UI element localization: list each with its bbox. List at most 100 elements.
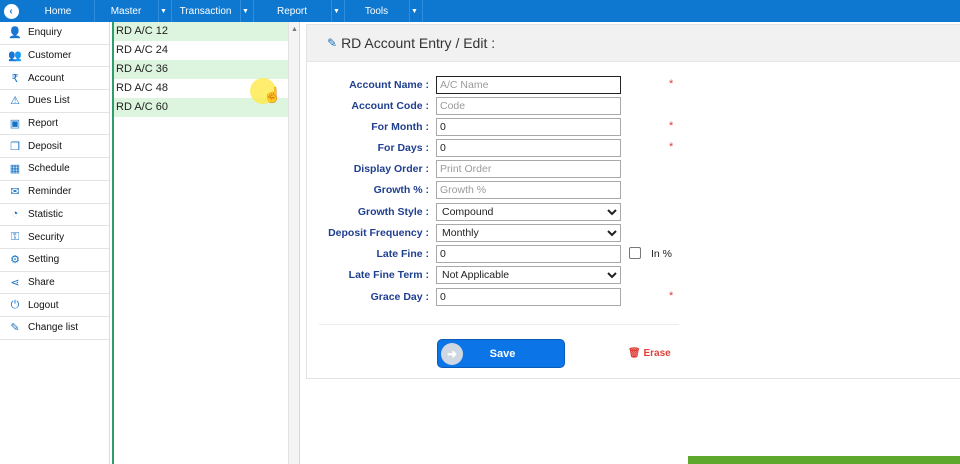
sidebar-item-statistic[interactable]: ◔ Statistic xyxy=(0,204,109,227)
sidebar-item-security[interactable]: ⚿ Security xyxy=(0,226,109,249)
sidebar-item-label: Enquiry xyxy=(28,27,62,39)
hand-cursor-icon: ☝ xyxy=(263,87,282,104)
back-button[interactable]: ‹ xyxy=(0,0,22,22)
nav-item-label: Report xyxy=(276,5,307,17)
growth-style-select[interactable]: Compound xyxy=(436,203,621,221)
sidebar-item-label: Deposit xyxy=(28,140,62,152)
sidebar-item-report[interactable]: ▣ Report xyxy=(0,113,109,136)
trash-icon: 🗑 xyxy=(628,348,641,359)
late-fine-term-select[interactable]: Not Applicable xyxy=(436,266,621,284)
money-icon: ▣ xyxy=(9,118,21,131)
caret-down-icon[interactable]: ▼ xyxy=(240,0,250,22)
sidebar-item-dues-list[interactable]: ⚠ Dues List xyxy=(0,90,109,113)
sidebar-item-label: Dues List xyxy=(28,95,70,107)
bottom-green-bar xyxy=(688,456,960,464)
sidebar-item-customer[interactable]: 👥 Customer xyxy=(0,45,109,68)
nav-item-label: Home xyxy=(44,5,72,17)
sidebar-item-label: Share xyxy=(28,276,55,288)
deposit-frequency-label: Deposit Frequency : xyxy=(328,227,429,239)
form-row-late-fine-term: Late Fine Term : Not Applicable xyxy=(307,266,960,284)
form-row-growth-style: Growth Style : Compound xyxy=(307,203,960,221)
list-item[interactable]: RD A/C 24 xyxy=(114,41,288,60)
for-days-input[interactable] xyxy=(436,139,621,157)
form-row-growth: Growth % : xyxy=(307,181,960,199)
growth-input[interactable] xyxy=(436,181,621,199)
account-name-input[interactable] xyxy=(436,76,621,94)
nav-item-report[interactable]: Report ▼ xyxy=(254,0,345,22)
nav-item-tools[interactable]: Tools ▼ xyxy=(345,0,423,22)
form-row-display-order: Display Order : xyxy=(307,160,960,178)
nav-item-label: Transaction xyxy=(179,5,232,17)
late-fine-label: Late Fine : xyxy=(376,248,429,260)
erase-button[interactable]: 🗑 Erase xyxy=(628,348,671,359)
sidebar-item-label: Report xyxy=(28,118,59,130)
form-row-for-month: For Month : * xyxy=(307,118,960,136)
caret-down-icon[interactable]: ▼ xyxy=(331,0,341,22)
calendar-icon: ▦ xyxy=(9,163,21,176)
sidebar-item-logout[interactable]: ⏻ Logout xyxy=(0,294,109,317)
in-percent-checkbox[interactable] xyxy=(629,247,641,259)
for-days-label: For Days : xyxy=(377,142,429,154)
user-plus-icon: 👥 xyxy=(8,50,22,63)
sidebar-item-account[interactable]: ₹ Account xyxy=(0,67,109,91)
nav-item-master[interactable]: Master ▼ xyxy=(95,0,172,22)
sidebar-item-label: Customer xyxy=(28,50,72,62)
sidebar-item-label: Reminder xyxy=(28,186,72,198)
account-code-input[interactable] xyxy=(436,97,621,115)
key-icon: ⚿ xyxy=(10,230,20,243)
account-list-scrollbar[interactable]: ▲ xyxy=(288,22,300,464)
display-order-label: Display Order : xyxy=(353,163,429,175)
required-asterisk: * xyxy=(669,78,674,90)
grace-day-label: Grace Day : xyxy=(370,291,429,303)
scroll-up-icon[interactable]: ▲ xyxy=(291,26,298,33)
sidebar-item-label: Logout xyxy=(28,299,59,311)
pencil-icon: ✎ xyxy=(327,36,338,50)
sidebar-item-reminder[interactable]: ✉ Reminder xyxy=(0,181,109,204)
form-row-account-name: Account Name : * xyxy=(307,76,960,94)
growth-style-label: Growth Style : xyxy=(357,206,429,218)
sidebar-item-deposit[interactable]: ❐ Deposit xyxy=(0,135,109,159)
caret-down-icon[interactable]: ▼ xyxy=(158,0,168,22)
account-name-label: Account Name : xyxy=(349,79,429,91)
display-order-input[interactable] xyxy=(436,160,621,178)
nav-item-label: Tools xyxy=(364,5,389,17)
sidebar-item-change-list[interactable]: ✎ Change list xyxy=(0,317,109,340)
save-button-label: Save xyxy=(489,347,516,360)
power-icon: ⏻ xyxy=(10,298,20,311)
sidebar: 👤 Enquiry 👥 Customer ₹ Account ⚠ Dues List ▣ Repo… xyxy=(0,22,110,464)
rupee-icon: ₹ xyxy=(11,72,19,85)
sidebar-item-enquiry[interactable]: 👤 Enquiry xyxy=(0,22,109,45)
late-fine-term-label: Late Fine Term : xyxy=(348,269,429,281)
sidebar-item-label: Account xyxy=(28,72,65,84)
caret-down-icon[interactable]: ▼ xyxy=(409,0,419,22)
copy-icon: ❐ xyxy=(10,140,20,153)
sidebar-item-schedule[interactable]: ▦ Schedule xyxy=(0,158,109,181)
nav-item-home[interactable]: Home xyxy=(22,0,95,22)
form-title: RD Account Entry / Edit : xyxy=(341,35,496,51)
deposit-frequency-select[interactable]: Monthly xyxy=(436,224,621,242)
nav-item-transaction[interactable]: Transaction ▼ xyxy=(172,0,254,22)
required-asterisk: * xyxy=(669,141,674,153)
envelope-icon: ✉ xyxy=(10,186,20,199)
grace-day-input[interactable] xyxy=(436,288,621,306)
growth-label: Growth % : xyxy=(373,184,429,196)
edit-icon: ✎ xyxy=(10,322,20,335)
list-item[interactable]: RD A/C 36 xyxy=(114,60,288,79)
form-row-for-days: For Days : * xyxy=(307,139,960,157)
warning-icon: ⚠ xyxy=(10,95,20,108)
save-button[interactable]: ➜ Save xyxy=(437,339,565,368)
arrow-right-circle-icon: ➜ xyxy=(441,342,463,365)
account-code-label: Account Code : xyxy=(351,100,429,112)
for-month-input[interactable] xyxy=(436,118,621,136)
form-row-deposit-frequency: Deposit Frequency : Monthly xyxy=(307,224,960,242)
form-row-grace-day: Grace Day : * xyxy=(307,288,960,306)
sidebar-item-setting[interactable]: ⚙ Setting xyxy=(0,249,109,272)
list-item[interactable]: RD A/C 12 xyxy=(114,22,288,41)
sidebar-item-share[interactable]: ⋖ Share xyxy=(0,272,109,295)
late-fine-input[interactable] xyxy=(436,245,621,263)
required-asterisk: * xyxy=(669,120,674,132)
account-entry-panel: ✎ RD Account Entry / Edit : Account Name… xyxy=(306,24,960,379)
sidebar-item-label: Change list xyxy=(28,322,79,334)
for-month-label: For Month : xyxy=(371,121,429,133)
form-row-account-code: Account Code : xyxy=(307,97,960,115)
